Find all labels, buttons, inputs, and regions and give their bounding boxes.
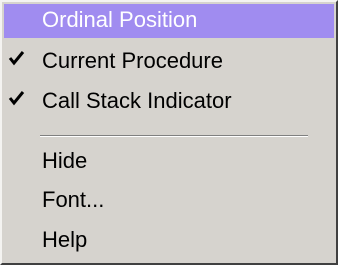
menu-item-ordinal-position[interactable]: Ordinal Position [4, 4, 334, 38]
menu-item-label: Help [42, 227, 88, 252]
menu-item-label: Current Procedure [42, 48, 223, 73]
menu-item-label: Font... [42, 187, 105, 212]
menu-item-call-stack-indicator[interactable]: Call Stack Indicator [4, 85, 334, 119]
menu-separator [40, 135, 308, 137]
menu-item-current-procedure[interactable]: Current Procedure [4, 45, 334, 79]
check-icon [7, 49, 27, 69]
context-menu: Ordinal Position Current Procedure Call … [0, 0, 338, 265]
menu-item-label: Call Stack Indicator [42, 88, 232, 113]
menu-item-font[interactable]: Font... [4, 184, 334, 218]
menu-item-label: Ordinal Position [42, 7, 198, 32]
menu-item-help[interactable]: Help [4, 224, 334, 258]
menu-item-hide[interactable]: Hide [4, 145, 334, 179]
menu-item-label: Hide [42, 148, 88, 173]
check-icon [7, 89, 27, 109]
